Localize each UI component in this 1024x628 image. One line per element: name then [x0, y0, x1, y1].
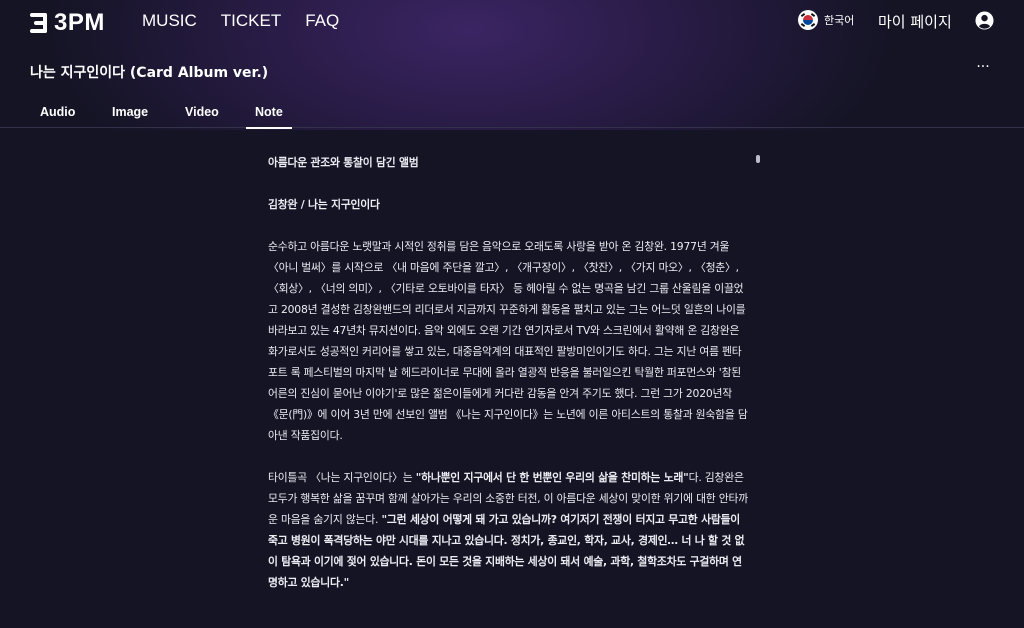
tab-video[interactable]: Video: [185, 105, 219, 119]
tab-note[interactable]: Note: [246, 105, 292, 129]
note-paragraph: 순수하고 아름다운 노랫말과 시적인 정취를 담은 음악으로 오래도록 사랑을 …: [268, 240, 748, 442]
album-title: 나는 지구인이다 (Card Album ver.): [30, 65, 269, 81]
top-navigation-bar: 3PM MUSIC TICKET FAQ 한국어 마이 페이지: [0, 0, 1024, 42]
logo-text: 3PM: [54, 9, 105, 36]
3pm-logo-icon: [30, 13, 47, 33]
nav-ticket[interactable]: TICKET: [221, 11, 281, 31]
note-text: 타이틀곡 〈나는 지구인이다〉는: [268, 471, 416, 484]
content-tabs: Audio Image Video Note: [0, 100, 1024, 129]
user-circle-icon[interactable]: [975, 11, 994, 30]
note-quote: "하나뿐인 지구에서 단 한 번뿐인 우리의 삶을 찬미하는 노래": [415, 471, 689, 484]
nav-music[interactable]: MUSIC: [142, 11, 197, 31]
language-label: 한국어: [824, 14, 855, 27]
more-dots-icon[interactable]: ···: [974, 60, 992, 78]
tab-image[interactable]: Image: [112, 105, 148, 119]
my-page-link[interactable]: 마이 페이지: [878, 11, 952, 32]
language-selector[interactable]: 한국어: [798, 10, 854, 30]
korea-flag-icon: [798, 10, 818, 30]
tab-audio[interactable]: Audio: [40, 105, 75, 119]
scrollbar-thumb[interactable]: [756, 155, 760, 163]
nav-faq[interactable]: FAQ: [305, 11, 339, 31]
note-paragraph-2: 타이틀곡 〈나는 지구인이다〉는 "하나뿐인 지구에서 단 한 번뿐인 우리의 …: [268, 467, 748, 593]
album-note: 아름다운 관조와 통찰이 담긴 앨범 김창완 / 나는 지구인이다 순수하고 아…: [268, 152, 748, 614]
note-headline: 아름다운 관조와 통찰이 담긴 앨범: [268, 156, 419, 169]
note-byline: 김창완 / 나는 지구인이다: [268, 198, 380, 211]
site-logo[interactable]: 3PM: [30, 9, 105, 37]
main-nav: MUSIC TICKET FAQ: [142, 11, 339, 31]
